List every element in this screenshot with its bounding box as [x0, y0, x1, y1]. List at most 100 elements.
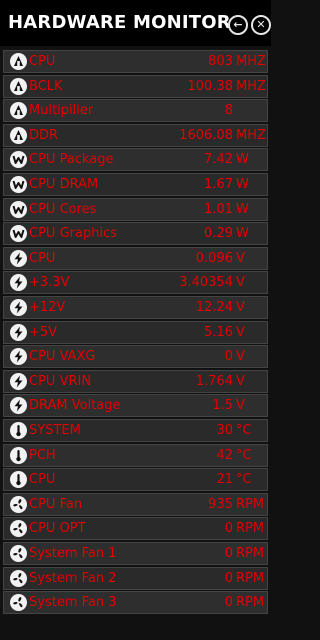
row-unit: °C — [236, 472, 252, 487]
footer — [0, 620, 271, 640]
row-unit: RPM — [236, 595, 265, 610]
monitor-row[interactable]: CPU 0.096 V — [3, 247, 268, 270]
row-value: 935 — [208, 497, 233, 512]
row-unit: V — [236, 275, 245, 290]
power-w-icon — [10, 176, 27, 193]
monitor-row[interactable]: Multipilier 8 — [3, 99, 268, 122]
monitor-row[interactable]: DRAM Voltage 1.5 V — [3, 394, 268, 417]
close-button[interactable]: ✕ — [251, 15, 271, 35]
row-unit: °C — [236, 448, 252, 463]
row-label: CPU DRAM — [29, 177, 99, 192]
row-value: 0 — [224, 521, 233, 536]
row-unit: °C — [236, 423, 252, 438]
monitor-row[interactable]: PCH 42 °C — [3, 444, 268, 467]
monitor-row[interactable]: System Fan 2 0 RPM — [3, 567, 268, 590]
monitor-row[interactable]: CPU 21 °C — [3, 468, 268, 491]
row-label: CPU Cores — [29, 202, 97, 217]
chip-icon — [10, 78, 27, 95]
thermometer-icon — [10, 447, 27, 464]
fan-icon — [10, 570, 27, 587]
power-w-icon — [10, 225, 27, 242]
row-unit: MHZ — [236, 54, 266, 69]
voltage-bolt-icon — [10, 348, 27, 365]
row-label: CPU VAXG — [29, 349, 96, 364]
thermometer-icon — [10, 422, 27, 439]
row-unit: V — [236, 251, 245, 266]
fan-icon — [10, 545, 27, 562]
monitor-row[interactable]: CPU VRIN 1.764 V — [3, 370, 268, 393]
row-value: 0 — [224, 546, 233, 561]
row-unit: V — [236, 398, 245, 413]
monitor-row[interactable]: CPU Graphics 0.29 W — [3, 222, 268, 245]
row-unit: V — [236, 349, 245, 364]
monitor-row[interactable]: CPU DRAM 1.67 W — [3, 173, 268, 196]
monitor-row[interactable]: +12V 12.24 V — [3, 296, 268, 319]
row-label: +12V — [29, 300, 66, 315]
row-value: 3.40354 — [179, 275, 233, 290]
row-unit: RPM — [236, 497, 265, 512]
monitor-row[interactable]: +5V 5.16 V — [3, 321, 268, 344]
row-unit: W — [236, 152, 249, 167]
row-label: System Fan 3 — [29, 595, 117, 610]
fan-icon — [10, 594, 27, 611]
row-value: 21 — [216, 472, 233, 487]
monitor-row[interactable]: CPU VAXG 0 V — [3, 345, 268, 368]
row-value: 1.764 — [195, 374, 233, 389]
row-value: 12.24 — [195, 300, 233, 315]
chip-icon — [10, 102, 27, 119]
monitor-row[interactable]: CPU Package 7.42 W — [3, 148, 268, 171]
row-label: System Fan 1 — [29, 546, 117, 561]
monitor-row[interactable]: System Fan 1 0 RPM — [3, 542, 268, 565]
voltage-bolt-icon — [10, 324, 27, 341]
row-label: BCLK — [29, 79, 63, 94]
monitor-row[interactable]: BCLK 100.38 MHZ — [3, 75, 268, 98]
row-value: 1.67 — [204, 177, 233, 192]
row-unit: V — [236, 325, 245, 340]
row-value: 5.16 — [204, 325, 233, 340]
row-value: 0.29 — [204, 226, 233, 241]
row-unit: V — [236, 374, 245, 389]
row-label: CPU Fan — [29, 497, 83, 512]
row-label: +5V — [29, 325, 58, 340]
monitor-row[interactable]: CPU 803 MHZ — [3, 50, 268, 73]
monitor-row[interactable]: CPU Fan 935 RPM — [3, 493, 268, 516]
voltage-bolt-icon — [10, 373, 27, 390]
row-unit: MHZ — [236, 128, 266, 143]
row-label: CPU — [29, 251, 56, 266]
row-unit: W — [236, 202, 249, 217]
row-value: 803 — [208, 54, 233, 69]
row-value: 7.42 — [204, 152, 233, 167]
monitor-row[interactable]: +3.3V 3.40354 V — [3, 271, 268, 294]
monitor-row[interactable]: System Fan 3 0 RPM — [3, 591, 268, 614]
row-unit: RPM — [236, 521, 265, 536]
row-unit: W — [236, 177, 249, 192]
row-label: DDR — [29, 128, 59, 143]
header: HARDWARE MONITOR ← ✕ — [0, 0, 271, 46]
row-value: 8 — [224, 103, 233, 118]
row-value: 100.38 — [187, 79, 234, 94]
thermometer-icon — [10, 471, 27, 488]
monitor-row[interactable]: DDR 1606.08 MHZ — [3, 124, 268, 147]
row-label: PCH — [29, 448, 56, 463]
row-unit: W — [236, 226, 249, 241]
row-label: +3.3V — [29, 275, 70, 290]
fan-icon — [10, 520, 27, 537]
monitor-row[interactable]: CPU OPT 0 RPM — [3, 517, 268, 540]
row-unit: RPM — [236, 546, 265, 561]
row-value: 0 — [224, 595, 233, 610]
back-arrow-icon: ← — [233, 18, 243, 31]
row-value: 1.01 — [204, 202, 233, 217]
chip-icon — [10, 53, 27, 70]
back-button[interactable]: ← — [228, 15, 248, 35]
row-label: CPU Graphics — [29, 226, 117, 241]
page-title: HARDWARE MONITOR — [8, 12, 231, 33]
monitor-row[interactable]: SYSTEM 30 °C — [3, 419, 268, 442]
row-label: Multipilier — [29, 103, 94, 118]
monitor-list[interactable]: CPU 803 MHZ BCLK 100.38 MHZ Multipilier 8 DDR 160… — [3, 50, 268, 620]
row-unit: RPM — [236, 571, 265, 586]
row-label: CPU OPT — [29, 521, 86, 536]
row-unit: V — [236, 300, 245, 315]
monitor-row[interactable]: CPU Cores 1.01 W — [3, 198, 268, 221]
power-w-icon — [10, 201, 27, 218]
row-value: 1606.08 — [179, 128, 233, 143]
